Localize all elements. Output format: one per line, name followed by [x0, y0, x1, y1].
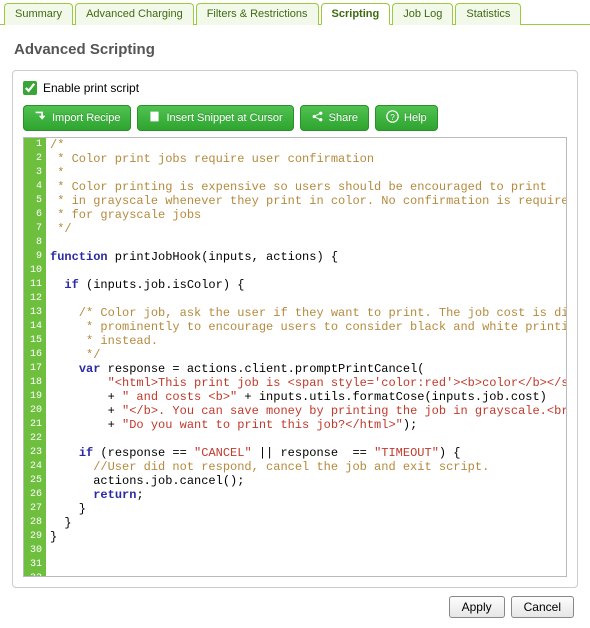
tab-joblog[interactable]: Job Log — [392, 3, 453, 25]
code-line[interactable]: */ — [50, 222, 562, 236]
code-line[interactable]: * Color print jobs require user confirma… — [50, 152, 562, 166]
code-line[interactable]: /* — [50, 138, 562, 152]
enable-script-checkbox[interactable] — [23, 81, 37, 95]
code-line[interactable]: "<html>This print job is <span style='co… — [50, 376, 562, 390]
share-icon — [311, 110, 324, 126]
toolbar: Import Recipe Insert Snippet at Cursor S… — [23, 105, 567, 131]
code-line[interactable]: * Color printing is expensive so users s… — [50, 180, 562, 194]
code-line[interactable]: //User did not respond, cancel the job a… — [50, 460, 562, 474]
page-title: Advanced Scripting — [14, 41, 578, 58]
help-button[interactable]: ? Help — [375, 105, 438, 131]
insert-snippet-label: Insert Snippet at Cursor — [166, 112, 282, 124]
code-line[interactable] — [50, 236, 562, 250]
enable-script-row[interactable]: Enable print script — [23, 81, 567, 95]
help-icon: ? — [386, 110, 399, 126]
code-line[interactable]: * instead. — [50, 334, 562, 348]
line-gutter: 1234567891011121314151617181920212223242… — [24, 138, 46, 576]
tab-advanced-charging[interactable]: Advanced Charging — [75, 3, 194, 25]
tab-bar: Summary Advanced Charging Filters & Rest… — [0, 0, 590, 25]
code-line[interactable]: + "</b>. You can save money by printing … — [50, 404, 562, 418]
code-line[interactable]: /* Color job, ask the user if they want … — [50, 306, 562, 320]
code-line[interactable]: * for grayscale jobs — [50, 208, 562, 222]
code-line[interactable]: var response = actions.client.promptPrin… — [50, 362, 562, 376]
code-line[interactable]: } — [50, 530, 562, 544]
tab-statistics[interactable]: Statistics — [455, 3, 521, 25]
cancel-button[interactable]: Cancel — [511, 596, 574, 618]
code-line[interactable]: * prominently to encourage users to cons… — [50, 320, 562, 334]
script-panel: Enable print script Import Recipe Insert… — [12, 70, 578, 588]
code-line[interactable]: actions.job.cancel(); — [50, 474, 562, 488]
svg-text:?: ? — [390, 113, 395, 122]
code-line[interactable]: } — [50, 516, 562, 530]
code-line[interactable] — [50, 292, 562, 306]
code-line[interactable]: + "Do you want to print this job?</html>… — [50, 418, 562, 432]
share-button[interactable]: Share — [300, 105, 369, 131]
tab-summary[interactable]: Summary — [4, 3, 73, 25]
tab-scripting[interactable]: Scripting — [321, 3, 391, 25]
enable-script-label: Enable print script — [43, 81, 139, 95]
code-line[interactable] — [50, 264, 562, 278]
code-line[interactable]: + " and costs <b>" + inputs.utils.format… — [50, 390, 562, 404]
import-icon — [34, 110, 47, 126]
help-label: Help — [404, 112, 427, 124]
code-line[interactable]: */ — [50, 348, 562, 362]
import-recipe-button[interactable]: Import Recipe — [23, 105, 131, 131]
code-line[interactable]: if (response == "CANCEL" || response == … — [50, 446, 562, 460]
code-line[interactable]: } — [50, 502, 562, 516]
code-line[interactable]: return; — [50, 488, 562, 502]
code-line[interactable]: if (inputs.job.isColor) { — [50, 278, 562, 292]
footer-buttons: Apply Cancel — [12, 588, 578, 618]
apply-button[interactable]: Apply — [449, 596, 505, 618]
insert-snippet-button[interactable]: Insert Snippet at Cursor — [137, 105, 293, 131]
code-line[interactable] — [50, 432, 562, 446]
content-area: Advanced Scripting Enable print script I… — [0, 25, 590, 628]
code-editor[interactable]: 1234567891011121314151617181920212223242… — [23, 137, 567, 577]
code-body[interactable]: /* * Color print jobs require user confi… — [46, 138, 566, 576]
share-label: Share — [329, 112, 358, 124]
snippet-icon — [148, 110, 161, 126]
code-line[interactable]: function printJobHook(inputs, actions) { — [50, 250, 562, 264]
tab-filters[interactable]: Filters & Restrictions — [196, 3, 319, 25]
code-line[interactable] — [50, 572, 562, 576]
code-line[interactable]: * — [50, 166, 562, 180]
code-line[interactable] — [50, 544, 562, 558]
code-line[interactable]: * in grayscale whenever they print in co… — [50, 194, 562, 208]
import-recipe-label: Import Recipe — [52, 112, 120, 124]
code-line[interactable] — [50, 558, 562, 572]
